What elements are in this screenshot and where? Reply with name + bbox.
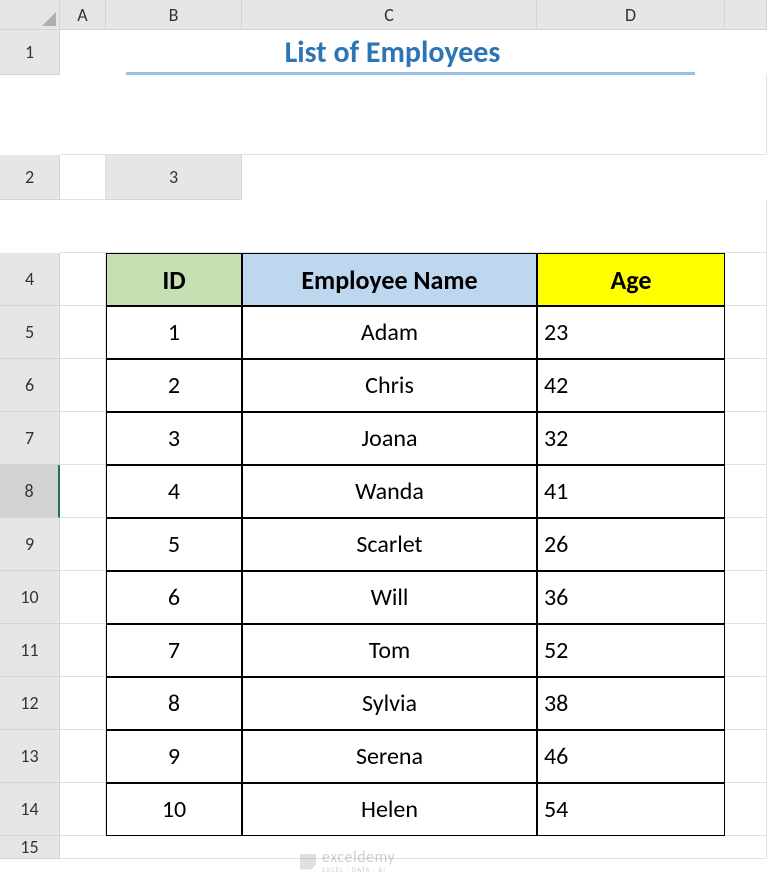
col-header-blank: [725, 0, 767, 30]
col-header-A[interactable]: A: [60, 0, 106, 30]
table-row[interactable]: 10: [106, 783, 242, 836]
table-header-name[interactable]: Employee Name: [242, 253, 537, 306]
table-row[interactable]: 23: [537, 306, 725, 359]
table-row[interactable]: Helen: [242, 783, 537, 836]
cell-blank-r9: [725, 518, 767, 571]
row-header-6[interactable]: 6: [0, 359, 60, 412]
cell-blank-r13: [725, 730, 767, 783]
table-row[interactable]: Adam: [242, 306, 537, 359]
table-row[interactable]: Wanda: [242, 465, 537, 518]
cell-blank-r5: [725, 306, 767, 359]
watermark-icon: [300, 854, 316, 870]
cell-blank-r12: [725, 677, 767, 730]
table-row[interactable]: 26: [537, 518, 725, 571]
row-header-7[interactable]: 7: [0, 412, 60, 465]
title-cell[interactable]: List of Employees: [60, 30, 725, 75]
table-row[interactable]: 9: [106, 730, 242, 783]
cell-blank-r2: [60, 155, 106, 200]
table-row[interactable]: Tom: [242, 624, 537, 677]
cell-A9[interactable]: [60, 518, 106, 571]
cell-blank-r7: [725, 412, 767, 465]
table-row[interactable]: Scarlet: [242, 518, 537, 571]
spreadsheet-grid: A B C D 1 2 List of Employees 3 4 ID Emp…: [0, 0, 767, 859]
table-row[interactable]: 54: [537, 783, 725, 836]
table-row[interactable]: Joana: [242, 412, 537, 465]
page-title: List of Employees: [285, 34, 501, 71]
row-header-2[interactable]: 2: [0, 155, 60, 200]
table-row[interactable]: 5: [106, 518, 242, 571]
row-header-8[interactable]: 8: [0, 465, 60, 518]
cell-A14[interactable]: [60, 783, 106, 836]
cell-blank-r8: [725, 465, 767, 518]
table-row[interactable]: Will: [242, 571, 537, 624]
select-all-corner[interactable]: [0, 0, 60, 30]
table-row[interactable]: 8: [106, 677, 242, 730]
table-row[interactable]: 46: [537, 730, 725, 783]
watermark-brand: exceldemy: [322, 850, 395, 866]
table-row[interactable]: 41: [537, 465, 725, 518]
cell-A12[interactable]: [60, 677, 106, 730]
row-header-15[interactable]: 15: [0, 836, 60, 859]
col-header-C[interactable]: C: [242, 0, 537, 30]
col-header-B[interactable]: B: [106, 0, 242, 30]
table-row[interactable]: Sylvia: [242, 677, 537, 730]
table-row[interactable]: 7: [106, 624, 242, 677]
watermark: exceldemy EXCEL · DATA · BI: [300, 850, 395, 873]
table-row[interactable]: Chris: [242, 359, 537, 412]
row-header-11[interactable]: 11: [0, 624, 60, 677]
row-header-9[interactable]: 9: [0, 518, 60, 571]
cell-blank-r14: [725, 783, 767, 836]
table-row[interactable]: 4: [106, 465, 242, 518]
cell-A6[interactable]: [60, 359, 106, 412]
cell-A5[interactable]: [60, 306, 106, 359]
cell-A7[interactable]: [60, 412, 106, 465]
watermark-tagline: EXCEL · DATA · BI: [322, 866, 395, 873]
cell-blank-r11: [725, 624, 767, 677]
cell-row15[interactable]: [60, 836, 767, 859]
cell-A13[interactable]: [60, 730, 106, 783]
row-header-14[interactable]: 14: [0, 783, 60, 836]
row-header-13[interactable]: 13: [0, 730, 60, 783]
table-row[interactable]: 52: [537, 624, 725, 677]
title-underline: [126, 72, 695, 75]
cell-blank-r4: [725, 253, 767, 306]
table-row[interactable]: 32: [537, 412, 725, 465]
table-header-age[interactable]: Age: [537, 253, 725, 306]
table-row[interactable]: 42: [537, 359, 725, 412]
table-row[interactable]: 38: [537, 677, 725, 730]
table-row[interactable]: 36: [537, 571, 725, 624]
cell-A8[interactable]: [60, 465, 106, 518]
cell-blank-r10: [725, 571, 767, 624]
row-header-5[interactable]: 5: [0, 306, 60, 359]
table-header-id[interactable]: ID: [106, 253, 242, 306]
cell-A4[interactable]: [60, 253, 106, 306]
table-row[interactable]: 6: [106, 571, 242, 624]
table-row[interactable]: 2: [106, 359, 242, 412]
row-header-10[interactable]: 10: [0, 571, 60, 624]
cell-row3[interactable]: [60, 200, 767, 253]
row-header-12[interactable]: 12: [0, 677, 60, 730]
cell-blank-r6: [725, 359, 767, 412]
col-header-D[interactable]: D: [537, 0, 725, 30]
row-header-3[interactable]: 3: [106, 155, 242, 200]
cell-A11[interactable]: [60, 624, 106, 677]
row-header-4[interactable]: 4: [0, 253, 60, 306]
row-header-1[interactable]: 1: [0, 30, 60, 75]
table-row[interactable]: 1: [106, 306, 242, 359]
table-row[interactable]: Serena: [242, 730, 537, 783]
cell-A1[interactable]: [60, 75, 767, 155]
table-row[interactable]: 3: [106, 412, 242, 465]
cell-A10[interactable]: [60, 571, 106, 624]
